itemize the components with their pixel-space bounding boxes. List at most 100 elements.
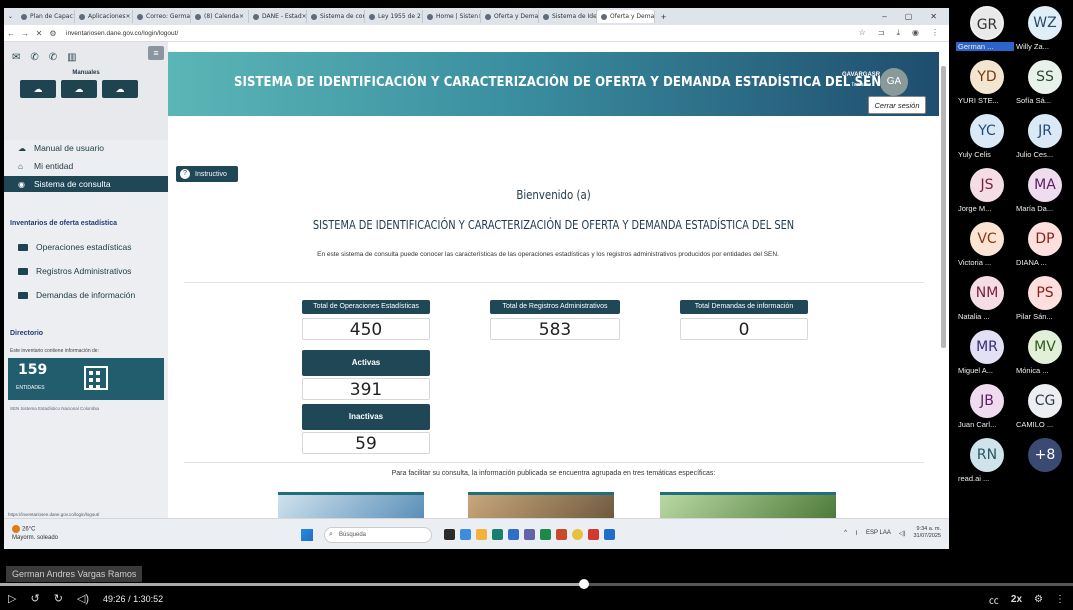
participant-tile[interactable]: NM Natalia ... [956, 274, 1014, 326]
excel-icon[interactable] [540, 529, 551, 540]
stat-demandas[interactable]: Total Demandas de información 0 [680, 300, 808, 340]
participant-tile[interactable]: JR Julio Ces... [1014, 112, 1072, 164]
tab-close-icon[interactable]: × [239, 13, 244, 20]
participant-tile[interactable]: DP DIANA ... [1014, 220, 1072, 272]
task-view-icon[interactable] [444, 529, 455, 540]
tray-chevron-icon[interactable]: ^ [844, 530, 847, 536]
cloud-download-button[interactable]: ☁ [20, 80, 56, 98]
sidebar-toggle-button[interactable]: ≡ [148, 46, 164, 60]
more-icon[interactable]: ⋮ [1055, 594, 1065, 605]
outlook-icon[interactable] [508, 529, 519, 540]
participant-tile[interactable]: RN read.ai ... [956, 436, 1014, 488]
participant-tile[interactable]: YD YURI STE... [956, 58, 1014, 110]
browser-tab[interactable]: Sistema de con× [307, 10, 366, 23]
topic-image-2[interactable] [468, 492, 614, 518]
teams-icon[interactable] [524, 529, 535, 540]
stop-icon[interactable]: ✕ [32, 29, 46, 38]
new-tab-button[interactable]: + [661, 12, 666, 22]
participant-tile[interactable]: +8 [1014, 436, 1072, 488]
topic-image-3[interactable] [660, 492, 836, 518]
stat-inactivas[interactable]: Inactivas 59 [302, 404, 430, 454]
participant-tile[interactable]: CG CAMILO ... [1014, 382, 1072, 434]
sidebar-item-sistema-consulta[interactable]: ◉ Sistema de consulta [4, 176, 168, 192]
windows-start-icon[interactable] [301, 529, 313, 541]
browser-tab[interactable]: Plan de Capac× [17, 10, 76, 23]
browser-tab[interactable]: Home | Sisten× [423, 10, 482, 23]
browser-tab[interactable]: DANE - Estad × [249, 10, 308, 23]
sidebar-item-operaciones[interactable]: Operaciones estadísticas [18, 242, 131, 252]
logout-tooltip[interactable]: Cerrar sesión [868, 96, 926, 114]
participant-tile[interactable]: YC Yuly Celis [956, 112, 1014, 164]
file-explorer-icon[interactable] [476, 529, 487, 540]
browser-tab[interactable]: Aplicaciones × [75, 10, 134, 23]
play-icon[interactable]: ▷ [8, 592, 16, 605]
site-info-icon[interactable]: ⚙ [46, 29, 60, 38]
browser-tab[interactable]: (8) Calenda × [191, 10, 250, 23]
clock[interactable]: 9:34 a. m. 31/07/2025 [913, 526, 941, 540]
app-icon[interactable] [492, 529, 503, 540]
tab-close-icon[interactable]: × [302, 13, 306, 20]
weather-widget[interactable]: 26°C Mayorm. soleado [12, 525, 58, 542]
phone-icon[interactable]: ✆ [30, 52, 38, 63]
url-field[interactable]: inventariosen.dane.gov.co/login/logout/ [66, 30, 178, 37]
browser-tab[interactable]: Ley 1955 de 2× [365, 10, 424, 23]
stat-operaciones[interactable]: Total de Operaciones Estadísticas 450 [302, 300, 430, 340]
chrome-icon[interactable] [572, 529, 583, 540]
phone-icon[interactable]: ✆ [49, 52, 57, 63]
participant-tile[interactable]: WZ Willy Za... [1014, 4, 1072, 56]
edge-icon[interactable] [460, 529, 471, 540]
back-icon[interactable]: ← [4, 29, 18, 38]
participant-tile[interactable]: VC Victoria ... [956, 220, 1014, 272]
progress-knob[interactable] [578, 579, 589, 589]
instructivo-button[interactable]: ? Instructivo [176, 166, 238, 182]
stat-activas[interactable]: Activas 391 [302, 350, 430, 400]
extensions-icon[interactable]: ⊐ [878, 28, 885, 38]
sidebar-item-mi-entidad[interactable]: ⌂ Mi entidad [4, 158, 168, 174]
tab-close-icon[interactable]: × [126, 13, 131, 20]
menu-icon[interactable]: ⋮ [931, 28, 939, 38]
download-icon[interactable]: ⤓ [896, 28, 900, 38]
cloud-download-button[interactable]: ☁ [102, 80, 138, 98]
speaker-icon[interactable]: ◁) [899, 530, 906, 537]
forward-icon[interactable]: → [18, 29, 32, 38]
participant-tile[interactable]: MV Mónica ... [1014, 328, 1072, 380]
participant-tile[interactable]: MA María Da... [1014, 166, 1072, 218]
tab-close-icon[interactable]: × [654, 13, 655, 20]
participant-tile[interactable]: PS Pilar Sán... [1014, 274, 1072, 326]
cloud-download-button[interactable]: ☁ [61, 80, 97, 98]
browser-tab[interactable]: Sistema de Ide× [539, 10, 598, 23]
bookmark-star-icon[interactable]: ☆ [859, 28, 866, 38]
topic-image-1[interactable] [278, 492, 424, 518]
participant-tile[interactable]: MR Miguel A... [956, 328, 1014, 380]
entidades-count-card[interactable]: 159 ENTIDADES [8, 358, 164, 400]
network-icon[interactable]: ⌇ [855, 530, 858, 537]
sidebar-item-demandas[interactable]: Demandas de información [18, 290, 135, 300]
avatar[interactable]: GA [880, 68, 908, 96]
building-icon[interactable]: ▥ [67, 52, 76, 63]
settings-icon[interactable]: ⚙ [1034, 594, 1043, 605]
sidebar-item-registros[interactable]: Registros Administrativos [18, 266, 131, 276]
minimize-icon[interactable]: – [882, 12, 886, 21]
speed-button[interactable]: 2x [1011, 594, 1022, 605]
pdf-icon[interactable] [588, 529, 599, 540]
participant-tile[interactable]: SS Sofía Sá... [1014, 58, 1072, 110]
powerpoint-icon[interactable] [556, 529, 567, 540]
participant-tile[interactable]: JS Jorge M... [956, 166, 1014, 218]
language-indicator[interactable]: ESP LAA [866, 530, 891, 536]
tab-list-icon[interactable]: ⌄ [8, 13, 13, 20]
forward-10-icon[interactable]: ↻ [54, 592, 63, 605]
mail-icon[interactable]: ✉ [12, 52, 20, 63]
profile-icon[interactable]: ◉ [912, 28, 919, 38]
page-scrollbar[interactable] [941, 66, 946, 348]
browser-tab[interactable]: Correo: Germa× [133, 10, 192, 23]
rewind-10-icon[interactable]: ↺ [30, 592, 39, 605]
sidebar-item-manual[interactable]: ☁ Manual de usuario [4, 140, 168, 156]
stat-registros[interactable]: Total de Registros Administrativos 583 [490, 300, 620, 340]
volume-icon[interactable]: ◁) [77, 592, 89, 605]
taskbar-search[interactable]: Búsqueda [324, 527, 432, 543]
playback-progress[interactable] [0, 579, 1073, 589]
browser-tab[interactable]: Oferta y Dema× [597, 10, 656, 23]
captions-icon[interactable]: ㏄ [989, 592, 999, 607]
close-icon[interactable]: ✕ [930, 12, 937, 21]
word-icon[interactable] [604, 529, 615, 540]
